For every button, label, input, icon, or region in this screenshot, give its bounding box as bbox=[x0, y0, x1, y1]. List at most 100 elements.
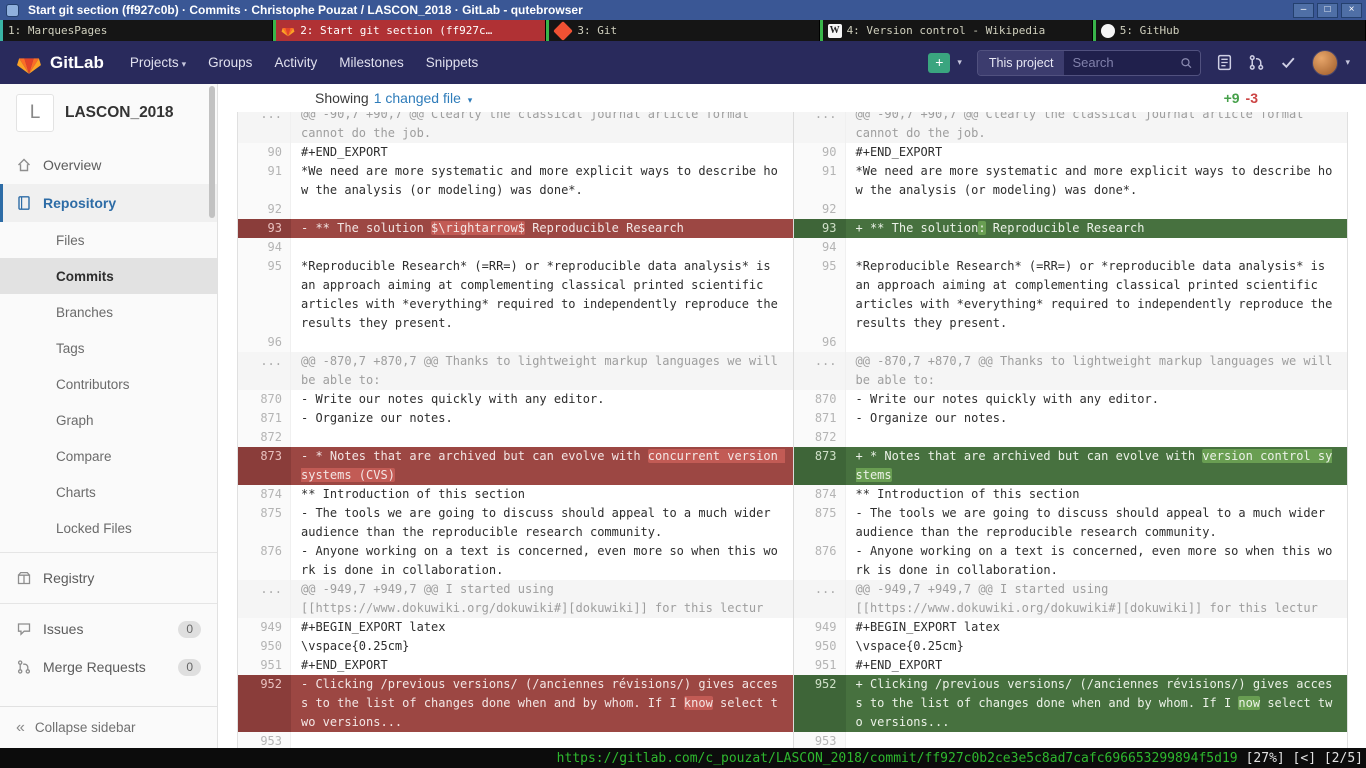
changed-files-dropdown[interactable]: 1 changed file ▾ bbox=[374, 90, 473, 106]
code-line: - Write our notes quickly with any edito… bbox=[846, 390, 1348, 409]
line-number[interactable]: 95 bbox=[238, 257, 291, 333]
project-header[interactable]: L LASCON_2018 bbox=[0, 84, 217, 140]
line-number[interactable]: 949 bbox=[238, 618, 291, 637]
browser-tab[interactable]: 1: MarquesPages bbox=[0, 20, 273, 41]
user-menu[interactable]: ▾ bbox=[1312, 50, 1350, 76]
line-number[interactable]: 873 bbox=[238, 447, 291, 485]
browser-tab[interactable]: 5: GitHub bbox=[1093, 20, 1366, 41]
sidebar-item-compare[interactable]: Compare bbox=[0, 438, 217, 474]
line-number[interactable]: 870 bbox=[238, 390, 291, 409]
divider bbox=[0, 603, 217, 604]
line-number[interactable]: 95 bbox=[793, 257, 846, 333]
line-number[interactable]: 950 bbox=[793, 637, 846, 656]
line-number[interactable]: 873 bbox=[793, 447, 846, 485]
nav-item-snippets[interactable]: Snippets bbox=[426, 55, 479, 70]
sidebar-item-commits[interactable]: Commits bbox=[0, 258, 217, 294]
nav-item-projects[interactable]: Projects▾ bbox=[130, 55, 186, 70]
line-number[interactable]: 90 bbox=[793, 143, 846, 162]
line-number[interactable]: ... bbox=[793, 112, 846, 143]
line-number[interactable]: 952 bbox=[238, 675, 291, 732]
search-input[interactable] bbox=[1072, 55, 1179, 70]
line-number[interactable]: 94 bbox=[238, 238, 291, 257]
code-line: - The tools we are going to discuss shou… bbox=[291, 504, 793, 542]
line-number[interactable]: 953 bbox=[793, 732, 846, 748]
line-number[interactable]: 96 bbox=[238, 333, 291, 352]
sidebar-item-overview[interactable]: Overview bbox=[0, 146, 217, 184]
nav-item-activity[interactable]: Activity bbox=[274, 55, 317, 70]
sidebar-item-issues[interactable]: Issues0 bbox=[0, 610, 217, 648]
sidebar-item-label: Graph bbox=[56, 413, 94, 428]
line-number[interactable]: 951 bbox=[793, 656, 846, 675]
browser-tab[interactable]: W4: Version control - Wikipedia bbox=[820, 20, 1093, 41]
line-number[interactable]: 93 bbox=[238, 219, 291, 238]
sidebar-item-label: Tags bbox=[56, 341, 85, 356]
line-number[interactable]: 90 bbox=[238, 143, 291, 162]
line-number[interactable]: 874 bbox=[238, 485, 291, 504]
line-number[interactable]: 96 bbox=[793, 333, 846, 352]
sidebar-item-repository[interactable]: Repository bbox=[0, 184, 217, 222]
diff-row: 93- ** The solution $\rightarrow$ Reprod… bbox=[238, 219, 1347, 238]
browser-tab[interactable]: 2: Start git section (ff927c… bbox=[273, 20, 546, 41]
collapse-sidebar-label: Collapse sidebar bbox=[35, 720, 136, 735]
nav-merge-requests-button[interactable] bbox=[1248, 54, 1265, 71]
code-line: @@ -949,7 +949,7 @@ I started using [[ht… bbox=[291, 580, 793, 618]
sidebar-item-graph[interactable]: Graph bbox=[0, 402, 217, 438]
browser-tab[interactable]: 3: Git bbox=[546, 20, 819, 41]
nav-todos-button[interactable] bbox=[1280, 54, 1297, 71]
sidebar-scrollbar[interactable] bbox=[209, 86, 215, 218]
line-number[interactable]: 871 bbox=[793, 409, 846, 428]
new-dropdown-button[interactable]: + ▾ bbox=[928, 53, 962, 73]
code-line bbox=[291, 238, 793, 257]
line-number[interactable]: 953 bbox=[238, 732, 291, 748]
line-number[interactable]: 91 bbox=[238, 162, 291, 200]
line-number[interactable]: 952 bbox=[793, 675, 846, 732]
search-scope-dropdown[interactable]: This project bbox=[978, 51, 1065, 75]
line-number[interactable]: ... bbox=[238, 580, 291, 618]
line-number[interactable]: ... bbox=[793, 580, 846, 618]
line-number[interactable]: 876 bbox=[238, 542, 291, 580]
sidebar-item-charts[interactable]: Charts bbox=[0, 474, 217, 510]
line-number[interactable]: 950 bbox=[238, 637, 291, 656]
line-number[interactable]: 876 bbox=[793, 542, 846, 580]
sidebar-item-merge-requests[interactable]: Merge Requests0 bbox=[0, 648, 217, 686]
collapse-sidebar-button[interactable]: « Collapse sidebar bbox=[0, 706, 217, 748]
line-number[interactable]: 874 bbox=[793, 485, 846, 504]
close-button[interactable]: × bbox=[1341, 3, 1362, 18]
line-number[interactable]: 872 bbox=[793, 428, 846, 447]
line-number[interactable]: 94 bbox=[793, 238, 846, 257]
sidebar-item-registry[interactable]: Registry bbox=[0, 559, 217, 597]
maximize-button[interactable]: □ bbox=[1317, 3, 1338, 18]
tab-title: 4: Version control - Wikipedia bbox=[847, 24, 1046, 37]
minimize-button[interactable]: – bbox=[1293, 3, 1314, 18]
gitlab-favicon bbox=[281, 24, 295, 38]
gitlab-logo[interactable]: GitLab bbox=[16, 51, 104, 75]
line-number[interactable]: 93 bbox=[793, 219, 846, 238]
sidebar-item-files[interactable]: Files bbox=[0, 222, 217, 258]
tab-title: 3: Git bbox=[577, 24, 617, 37]
diff-row: 950\vspace{0.25cm}950\vspace{0.25cm} bbox=[238, 637, 1347, 656]
line-number[interactable]: 92 bbox=[793, 200, 846, 219]
line-number[interactable]: 875 bbox=[238, 504, 291, 542]
nav-item-groups[interactable]: Groups bbox=[208, 55, 252, 70]
nav-item-milestones[interactable]: Milestones bbox=[339, 55, 404, 70]
line-number[interactable]: ... bbox=[238, 112, 291, 143]
diff-row: 951#+END_EXPORT951#+END_EXPORT bbox=[238, 656, 1347, 675]
repository-icon bbox=[16, 195, 32, 211]
line-number[interactable]: ... bbox=[238, 352, 291, 390]
gitlab-navbar: GitLab Projects▾ Groups Activity Milesto… bbox=[0, 41, 1366, 84]
nav-issues-button[interactable] bbox=[1216, 54, 1233, 71]
sidebar-item-tags[interactable]: Tags bbox=[0, 330, 217, 366]
line-number[interactable]: 871 bbox=[238, 409, 291, 428]
line-number[interactable]: 949 bbox=[793, 618, 846, 637]
line-number[interactable]: 951 bbox=[238, 656, 291, 675]
git-favicon bbox=[553, 21, 573, 41]
line-number[interactable]: 872 bbox=[238, 428, 291, 447]
line-number[interactable]: 870 bbox=[793, 390, 846, 409]
line-number[interactable]: ... bbox=[793, 352, 846, 390]
line-number[interactable]: 92 bbox=[238, 200, 291, 219]
sidebar-item-contributors[interactable]: Contributors bbox=[0, 366, 217, 402]
sidebar-item-locked-files[interactable]: Locked Files bbox=[0, 510, 217, 546]
sidebar-item-branches[interactable]: Branches bbox=[0, 294, 217, 330]
line-number[interactable]: 875 bbox=[793, 504, 846, 542]
line-number[interactable]: 91 bbox=[793, 162, 846, 200]
